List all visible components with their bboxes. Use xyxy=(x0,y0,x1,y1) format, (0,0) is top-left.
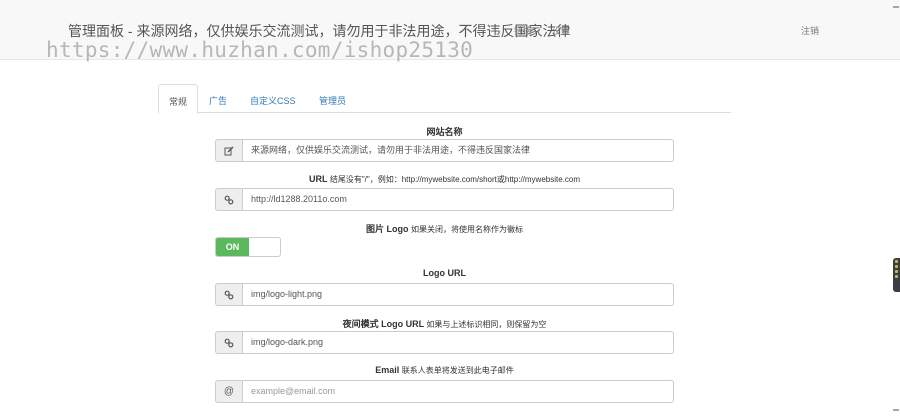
site-name-label-text: 网站名称 xyxy=(426,127,463,137)
toggle-on-label: ON xyxy=(216,238,249,256)
link-icon xyxy=(215,188,242,211)
edit-icon xyxy=(215,139,242,162)
night-logo-url-input[interactable]: img/logo-dark.png xyxy=(242,331,674,354)
logo-url-input[interactable]: img/logo-light.png xyxy=(242,283,674,306)
handle-dot xyxy=(895,275,898,278)
scrollbar-marker xyxy=(893,409,899,411)
logo-url-label: Logo URL xyxy=(215,268,674,278)
tab-general[interactable]: 常规 xyxy=(158,84,199,114)
link-icon xyxy=(215,283,242,306)
url-help-text: 结尾没有"/"，例如：http://mywebsite.com/short或ht… xyxy=(329,175,581,184)
settings-tabs: 常规 广告 自定义CSS 管理员 xyxy=(158,84,731,114)
email-label-text: Email xyxy=(375,365,400,375)
at-sign-icon: @ xyxy=(215,380,242,403)
logout-link[interactable]: 注销 xyxy=(801,24,819,37)
nav-link-links[interactable]: 链接 xyxy=(514,24,532,37)
scrollbar-marker xyxy=(893,6,899,8)
image-logo-toggle[interactable]: ON xyxy=(215,237,281,257)
link-icon xyxy=(215,331,242,354)
url-input[interactable]: http://ld1288.2011o.com xyxy=(242,188,674,211)
logo-url-input-group: img/logo-light.png xyxy=(215,283,674,306)
url-input-group: http://ld1288.2011o.com xyxy=(215,188,674,211)
tab-custom-css[interactable]: 自定义CSS xyxy=(240,84,306,113)
image-logo-help-text: 如果关闭，将使用名称作为徽标 xyxy=(411,225,523,234)
handle-dot xyxy=(895,265,898,268)
tab-admin[interactable]: 管理员 xyxy=(309,84,356,113)
night-logo-url-input-group: img/logo-dark.png xyxy=(215,331,674,354)
email-input-group: @ example@email.com xyxy=(215,380,674,403)
side-panel-handle[interactable] xyxy=(893,258,900,292)
email-input[interactable]: example@email.com xyxy=(242,380,674,403)
site-name-input-group: 来源网络，仅供娱乐交流测试，请勿用于非法用途，不得违反国家法律 xyxy=(215,139,674,162)
email-label: Email 联系人表单将发送到此电子邮件 xyxy=(215,365,674,376)
night-logo-url-label: 夜间模式 Logo URL 如果与上述标识相同，则保留为空 xyxy=(215,317,674,330)
handle-dot xyxy=(895,260,898,263)
email-help-text: 联系人表单将发送到此电子邮件 xyxy=(401,366,514,375)
site-name-input[interactable]: 来源网络，仅供娱乐交流测试，请勿用于非法用途，不得违反国家法律 xyxy=(242,139,674,162)
tab-ads[interactable]: 广告 xyxy=(199,84,237,113)
url-label-text: URL xyxy=(308,174,328,184)
url-label: URL 结尾没有"/"，例如：http://mywebsite.com/shor… xyxy=(215,174,674,185)
watermark-text: https://www.huzhan.com/ishop25130 xyxy=(46,38,474,62)
site-name-label: 网站名称 xyxy=(215,125,674,138)
image-logo-label: 图片 Logo 如果关闭，将使用名称作为徽标 xyxy=(215,222,674,235)
image-logo-label-text: 图片 Logo xyxy=(365,224,409,234)
handle-dot xyxy=(895,270,898,273)
logo-url-label-text: Logo URL xyxy=(423,268,466,278)
nav-link-settings[interactable]: 设置 xyxy=(552,24,570,37)
top-navbar: 管理面板 - 来源网络，仅供娱乐交流测试，请勿用于非法用途，不得违反国家法律 链… xyxy=(0,0,900,62)
night-logo-url-help-text: 如果与上述标识相同，则保留为空 xyxy=(426,320,547,329)
night-logo-url-label-text: 夜间模式 Logo URL xyxy=(342,319,424,329)
